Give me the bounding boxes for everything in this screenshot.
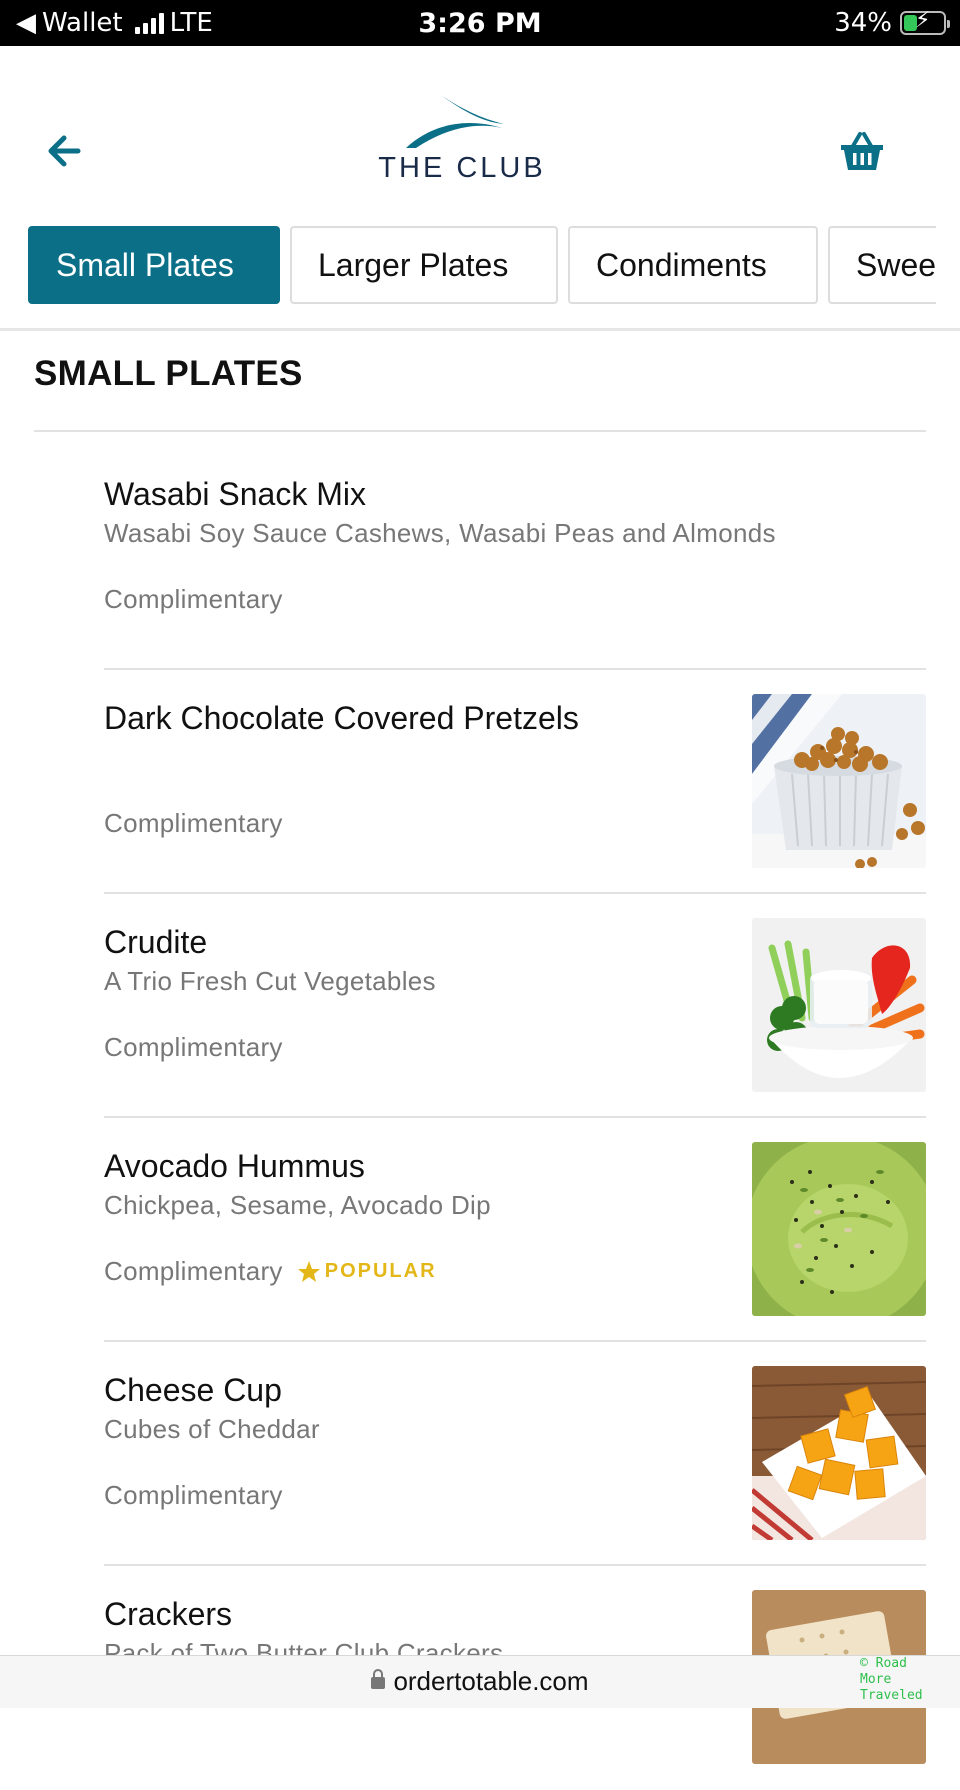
item-name: Cheese Cup <box>104 1372 282 1408</box>
item-price: Complimentary POPULAR <box>104 1256 437 1287</box>
url-text: ordertotable.com <box>393 1666 589 1696</box>
item-price: Complimentary <box>104 1480 283 1511</box>
avocado-hummus-image <box>752 1142 926 1316</box>
tab-condiments[interactable]: Condiments <box>568 226 818 304</box>
back-button[interactable] <box>42 128 88 174</box>
clock: 3:26 PM <box>418 8 542 39</box>
watermark: © Road More Traveled <box>860 1656 923 1703</box>
charging-bolt-icon: ⚡ <box>915 8 931 33</box>
tab-small-plates[interactable]: Small Plates <box>28 226 280 304</box>
menu-item[interactable]: Wasabi Snack Mix Wasabi Soy Sauce Cashew… <box>104 446 926 670</box>
tab-sweets[interactable]: Sweets <box>828 226 936 304</box>
item-image <box>752 1142 926 1316</box>
battery-percent: 34% <box>834 8 892 38</box>
basket-icon <box>841 132 883 170</box>
roasted-chickpeas-image <box>752 694 926 868</box>
item-price: Complimentary <box>104 584 283 615</box>
section-divider <box>34 430 926 432</box>
cheddar-cubes-image <box>752 1366 926 1540</box>
item-description: Wasabi Soy Sauce Cashews, Wasabi Peas an… <box>104 518 776 548</box>
item-name: Dark Chocolate Covered Pretzels <box>104 700 579 736</box>
item-price-label: Complimentary <box>104 1480 283 1510</box>
logo-text: THE CLUB <box>378 152 546 184</box>
tab-larger-plates[interactable]: Larger Plates <box>290 226 558 304</box>
item-name: Wasabi Snack Mix <box>104 476 366 512</box>
url-display[interactable]: ordertotable.com <box>0 1666 960 1697</box>
item-image <box>752 694 926 868</box>
item-name: Avocado Hummus <box>104 1148 365 1184</box>
cart-button[interactable] <box>838 130 886 174</box>
item-price: Complimentary <box>104 808 283 839</box>
club-logo: THE CLUB <box>372 92 552 192</box>
swoosh-logo-icon <box>406 96 504 148</box>
item-image <box>752 918 926 1092</box>
menu-item[interactable]: Avocado Hummus Chickpea, Sesame, Avocado… <box>104 1118 926 1342</box>
status-right: 34% ⚡ <box>834 8 950 38</box>
browser-url-bar[interactable]: ordertotable.com <box>0 1655 960 1708</box>
arrow-left-icon <box>48 135 81 167</box>
item-price-label: Complimentary <box>104 1256 283 1286</box>
battery-icon: ⚡ <box>900 8 950 35</box>
vegetables-dip-image <box>752 918 926 1092</box>
item-description: Chickpea, Sesame, Avocado Dip <box>104 1190 491 1220</box>
menu-item[interactable]: Cheese Cup Cubes of Cheddar Complimentar… <box>104 1342 926 1566</box>
item-description: A Trio Fresh Cut Vegetables <box>104 966 436 996</box>
status-bar: ◀ Wallet LTE 3:26 PM 34% ⚡ <box>0 0 960 46</box>
section-title: SMALL PLATES <box>34 354 303 393</box>
lock-icon <box>371 1669 386 1689</box>
battery-nub <box>947 20 950 28</box>
item-name: Crudite <box>104 924 208 960</box>
popular-badge: POPULAR <box>297 1260 437 1284</box>
menu-item[interactable]: Crudite A Trio Fresh Cut Vegetables Comp… <box>104 894 926 1118</box>
item-image <box>752 1366 926 1540</box>
item-price-label: Complimentary <box>104 808 283 838</box>
item-price-label: Complimentary <box>104 1032 283 1062</box>
star-icon <box>297 1260 320 1282</box>
popular-label: POPULAR <box>324 1260 437 1282</box>
item-name: Crackers <box>104 1596 233 1632</box>
category-tabs: Small Plates Larger Plates Condiments Sw… <box>28 226 936 306</box>
item-description: Cubes of Cheddar <box>104 1414 320 1444</box>
tabs-divider <box>0 328 960 331</box>
item-price: Complimentary <box>104 1032 283 1063</box>
item-price-label: Complimentary <box>104 584 283 614</box>
menu-item[interactable]: Dark Chocolate Covered Pretzels Complime… <box>104 670 926 894</box>
